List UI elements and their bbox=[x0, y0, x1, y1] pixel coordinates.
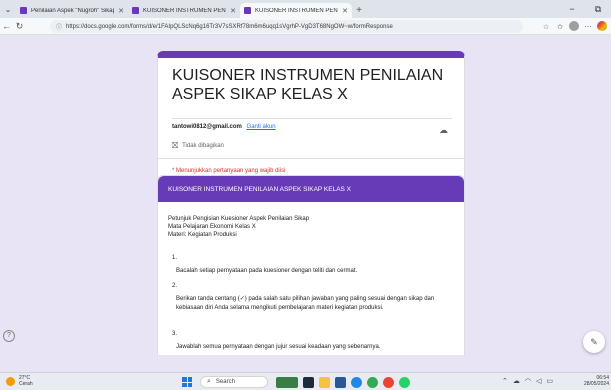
taskbar-apps bbox=[276, 376, 410, 388]
forms-favicon-icon bbox=[20, 7, 27, 14]
account-email: tantowi0812@gmail.com bbox=[172, 124, 242, 130]
reload-icon[interactable]: ↻ bbox=[13, 21, 26, 32]
system-tray: ⌃ ☁ ◠ ◁ ▭ bbox=[502, 377, 553, 385]
gemini-icon[interactable] bbox=[595, 20, 609, 33]
item-number: 3. bbox=[172, 331, 178, 337]
task-view-icon[interactable] bbox=[303, 376, 314, 388]
item-number: 1. bbox=[172, 255, 178, 261]
tab-close-icon[interactable]: ✕ bbox=[118, 7, 124, 15]
account-row: tantowi0812@gmail.com Ganti akun ☁ bbox=[172, 118, 452, 135]
back-arrow-icon[interactable]: ← bbox=[0, 21, 13, 31]
section-card: KUISONER INSTRUMEN PENILAIAN ASPEK SIKAP… bbox=[157, 175, 465, 355]
clock[interactable]: 06:54 28/05/2024 bbox=[584, 375, 609, 387]
new-tab-icon[interactable]: + bbox=[352, 3, 366, 18]
not-shared-icon: ⛝ bbox=[172, 141, 179, 150]
not-shared-row: ⛝ Tidak dibagikan bbox=[172, 141, 224, 151]
restore-icon[interactable]: ⧉ bbox=[585, 4, 611, 15]
search-label: Search bbox=[215, 379, 235, 385]
window-controls: − ⧉ bbox=[559, 0, 611, 18]
more-menu-icon[interactable]: ⋯ bbox=[581, 23, 595, 31]
item-text: Bacalah setiap pernyataan pada kuesioner… bbox=[176, 268, 358, 274]
instructions-block: Petunjuk Pengisian Kuesioner Aspek Penil… bbox=[168, 215, 309, 239]
cloud-tray-icon[interactable]: ☁ bbox=[513, 377, 520, 385]
tab-label: KUISONER INSTRUMEN PENILAIA bbox=[143, 7, 227, 14]
form-title: KUISONER INSTRUMEN PENILAIAN ASPEK SIKAP… bbox=[172, 67, 444, 103]
weather-widget[interactable]: 27°C Cerah bbox=[6, 375, 33, 387]
volume-icon[interactable]: ◁ bbox=[536, 377, 541, 385]
not-shared-label: Tidak dibagikan bbox=[182, 143, 224, 149]
chevron-up-icon[interactable]: ⌃ bbox=[502, 377, 508, 385]
toolbar-right: ☆ ✩ ⋯ bbox=[539, 18, 609, 35]
browser-tab-3-active[interactable]: KUISONER INSTRUMEN PENILAIA ✕ bbox=[240, 3, 352, 18]
chrome-icon[interactable] bbox=[367, 376, 378, 388]
cloud-save-icon: ☁ bbox=[439, 125, 448, 135]
tab-label: KUISONER INSTRUMEN PENILAIA bbox=[255, 7, 339, 14]
clock-date: 28/05/2024 bbox=[583, 381, 609, 387]
tab-list-chevron-icon[interactable]: ⌄ bbox=[0, 0, 16, 18]
address-bar-row: ← ↻ ⓘ https://docs.google.com/forms/d/e/… bbox=[0, 18, 611, 35]
profile-avatar[interactable] bbox=[567, 20, 581, 33]
windows-taskbar: 27°C Cerah ⌕ Search ⌃ ☁ ◠ ◁ ▭ 06:54 28/0… bbox=[0, 372, 611, 390]
forms-favicon-icon bbox=[132, 7, 139, 14]
wifi-icon[interactable]: ◠ bbox=[525, 377, 531, 385]
item-text: Jawablah semua pernyataan dengan jujur s… bbox=[176, 344, 381, 350]
weather-condition: Cerah bbox=[19, 381, 33, 387]
battery-icon[interactable]: ▭ bbox=[546, 377, 553, 385]
browser-tab-2[interactable]: KUISONER INSTRUMEN PENILAIA ✕ bbox=[128, 3, 240, 18]
required-note: * Menunjukkan pertanyaan yang wajib diis… bbox=[172, 168, 286, 174]
switch-account-link[interactable]: Ganti akun bbox=[247, 124, 276, 130]
store-icon[interactable] bbox=[335, 376, 346, 388]
taskbar-search[interactable]: ⌕ Search bbox=[200, 376, 268, 388]
browser-tab-bar: ⌄ Penilaian Aspek "Nugroh" Sikap I ✕ KUI… bbox=[0, 0, 611, 18]
file-explorer-icon[interactable] bbox=[319, 376, 330, 388]
item-number: 2. bbox=[172, 283, 178, 289]
whatsapp-icon[interactable] bbox=[399, 376, 410, 388]
instruction-line: Mata Pelajaran Ekonomi Kelas X bbox=[168, 224, 256, 230]
edge-browser-icon[interactable] bbox=[351, 376, 362, 388]
bookmark-star-icon[interactable]: ☆ bbox=[539, 23, 553, 31]
section-header: KUISONER INSTRUMEN PENILAIAN ASPEK SIKAP… bbox=[158, 176, 464, 202]
instruction-line: Petunjuk Pengisian Kuesioner Aspek Penil… bbox=[168, 216, 310, 222]
url-field[interactable]: ⓘ https://docs.google.com/forms/d/e/1FAI… bbox=[50, 20, 523, 33]
search-icon: ⌕ bbox=[207, 378, 211, 385]
forms-favicon-icon bbox=[244, 7, 251, 14]
sun-icon bbox=[6, 376, 15, 386]
tab-close-icon[interactable]: ✕ bbox=[230, 7, 236, 15]
app-icon[interactable] bbox=[383, 376, 394, 388]
tab-label: Penilaian Aspek "Nugroh" Sikap I bbox=[31, 7, 115, 14]
instruction-item: 1. Bacalah setiap pernyataan pada kuesio… bbox=[172, 254, 450, 276]
site-info-icon[interactable]: ⓘ bbox=[56, 22, 62, 31]
tab-close-icon[interactable]: ✕ bbox=[342, 7, 348, 15]
instruction-item: 3. Jawablah semua pernyataan dengan juju… bbox=[172, 330, 450, 352]
form-page: KUISONER INSTRUMEN PENILAIAN ASPEK SIKAP… bbox=[0, 35, 611, 355]
instruction-line: Materi: Kegiatan Produksi bbox=[168, 232, 237, 238]
windows-start-icon[interactable] bbox=[182, 377, 192, 387]
widget-app-icon[interactable] bbox=[276, 376, 298, 388]
help-icon[interactable]: ? bbox=[3, 330, 15, 342]
url-text: https://docs.google.com/forms/d/e/1FAIpQ… bbox=[66, 23, 393, 30]
item-text: Berikan tanda centang (✓) pada salah sat… bbox=[176, 296, 435, 311]
edit-pencil-icon[interactable]: ✎ bbox=[583, 331, 605, 353]
favorites-icon[interactable]: ✩ bbox=[553, 23, 567, 31]
browser-tab-1[interactable]: Penilaian Aspek "Nugroh" Sikap I ✕ bbox=[16, 3, 128, 18]
divider bbox=[158, 158, 464, 159]
minimize-icon[interactable]: − bbox=[559, 4, 585, 14]
instruction-item: 2. Berikan tanda centang (✓) pada salah … bbox=[172, 282, 450, 313]
